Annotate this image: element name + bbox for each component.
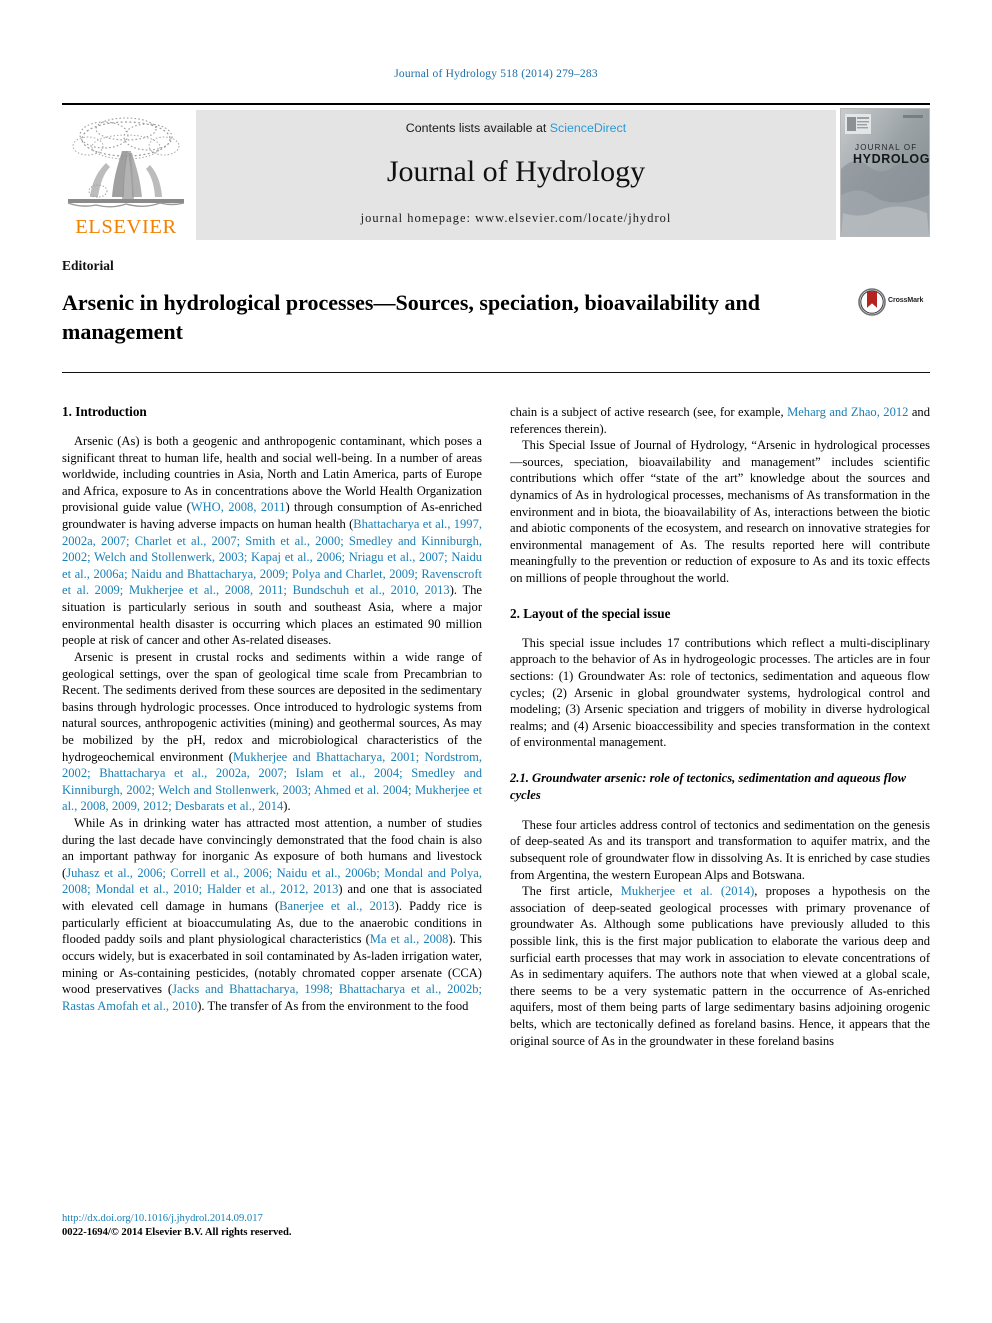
text-run: The first article, (522, 884, 621, 899)
article-body: 1. Introduction Arsenic (As) is both a g… (62, 404, 930, 1204)
text-run: ). (283, 799, 291, 814)
text-run: ). The transfer of As from the environme… (197, 998, 469, 1013)
masthead-grey-panel: Contents lists available at ScienceDirec… (196, 110, 836, 240)
copyright-line: 0022-1694/© 2014 Elsevier B.V. All right… (62, 1227, 292, 1239)
text-run: chain is a subject of active research (s… (510, 405, 788, 419)
page-title: Arsenic in hydrological processes—Source… (62, 290, 760, 345)
text-run: , proposes a hypothesis on the associati… (510, 884, 930, 1048)
article-header-rule (62, 372, 930, 374)
citation-link[interactable]: Mukherjee et al. (2014) (621, 884, 755, 898)
svg-text:HYDROLOGY: HYDROLOGY (853, 152, 929, 166)
heading-groundwater-arsenic: 2.1. Groundwater arsenic: role of tecton… (510, 770, 907, 802)
journal-title: Journal of Hydrology (386, 155, 646, 188)
journal-cover-thumbnail[interactable]: JOURNAL OF HYDROLOGY (840, 108, 930, 237)
journal-homepage-line[interactable]: journal homepage: www.elsevier.com/locat… (196, 211, 836, 226)
masthead-top-rule (62, 103, 930, 106)
heading-layout-special-issue: 2. Layout of the special issue (510, 605, 671, 621)
crossmark-icon (858, 288, 886, 316)
citation-link[interactable]: Meharg and Zhao, 2012 (787, 405, 908, 419)
body-column-right: chain is a subject of active research (s… (510, 404, 930, 1049)
text-run: Arsenic is present in crustal rocks and … (62, 649, 482, 764)
page-footer: http://dx.doi.org/10.1016/j.jhydrol.2014… (62, 1212, 492, 1241)
journal-masthead: ELSEVIER Contents lists available at Sci… (62, 103, 930, 243)
citation-link[interactable]: Banerjee et al., 2013 (279, 899, 395, 913)
citation-link[interactable]: WHO, 2008, 2011 (191, 500, 286, 514)
elsevier-logo: ELSEVIER (62, 113, 190, 239)
journal-cover-image: JOURNAL OF HYDROLOGY (841, 109, 929, 236)
article-page: Journal of Hydrology 518 (2014) 279–283 (0, 0, 992, 1323)
article-header: Editorial Arsenic in hydrological proces… (62, 258, 930, 346)
crossmark-label: CrossMark (888, 297, 924, 304)
contents-lists-prefix: Contents lists available at (405, 121, 550, 135)
sciencedirect-link[interactable]: ScienceDirect (550, 121, 626, 135)
paragraph-four-articles: These four articles address control of t… (510, 817, 930, 882)
contents-lists-line: Contents lists available at ScienceDirec… (196, 121, 836, 135)
paragraph-right-1: chain is a subject of active research (s… (510, 404, 930, 437)
heading-introduction: 1. Introduction (62, 404, 147, 419)
paragraph-intro-2: Arsenic is present in crustal rocks and … (62, 649, 482, 815)
doi-link[interactable]: http://dx.doi.org/10.1016/j.jhydrol.2014… (62, 1212, 492, 1226)
body-column-left: 1. Introduction Arsenic (As) is both a g… (62, 404, 482, 1014)
citation-link[interactable]: Ma et al., 2008 (370, 932, 449, 946)
paragraph-intro-3: While As in drinking water has attracted… (62, 815, 482, 1014)
paragraph-intro-1: Arsenic (As) is both a geogenic and anth… (62, 433, 482, 649)
svg-text:JOURNAL OF: JOURNAL OF (855, 143, 917, 152)
paragraph-first-article: The first article, Mukherjee et al. (201… (510, 883, 930, 1049)
article-type-kicker: Editorial (62, 258, 114, 273)
running-head: Journal of Hydrology 518 (2014) 279–283 (394, 68, 598, 80)
elsevier-wordmark: ELSEVIER (75, 216, 177, 238)
paragraph-special-issue: This Special Issue of Journal of Hydrolo… (510, 438, 930, 586)
crossmark-badge[interactable]: CrossMark (858, 288, 930, 318)
paragraph-contributions: This special issue includes 17 contribut… (510, 635, 930, 750)
elsevier-tree-icon (67, 117, 185, 208)
